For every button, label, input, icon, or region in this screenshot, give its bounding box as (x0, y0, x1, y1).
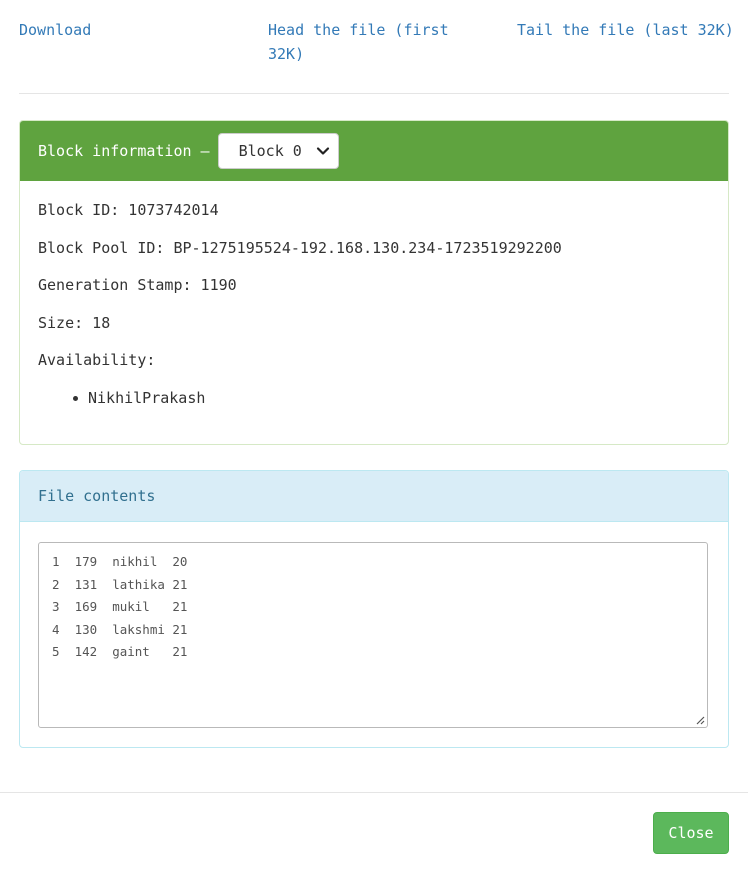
availability-host: NikhilPrakash (73, 387, 710, 409)
header-divider (19, 93, 729, 94)
tail-file-link[interactable]: Tail the file (last 32K) (517, 18, 734, 42)
availability-list: NikhilPrakash (38, 387, 710, 409)
file-contents-textarea[interactable]: 1 179 nikhil 20 2 131 lathika 21 3 169 muk… (38, 542, 708, 728)
availability-label: Availability: (38, 351, 156, 369)
block-select-value: Block 0 (238, 142, 302, 160)
download-link[interactable]: Download (19, 18, 219, 42)
file-line: 1 179 nikhil 20 (52, 554, 188, 569)
block-information-body: Block ID: 1073742014 Block Pool ID: BP-1… (20, 181, 728, 427)
file-line: 3 169 mukil 21 (52, 599, 188, 615)
close-button[interactable]: Close (653, 812, 729, 854)
block-information-heading: Block information — Block 0 (20, 121, 728, 181)
block-id: Block ID: 1073742014 (38, 201, 219, 219)
file-contents-panel: File contents 1 179 nikhil 20 2 131 lathi… (19, 470, 729, 748)
generation-stamp: Generation Stamp: 1190 (38, 276, 237, 294)
block-information-title: Block information — (38, 142, 210, 160)
file-line: 5 142 gaint 21 (52, 644, 188, 660)
chevron-down-icon (316, 147, 329, 155)
file-line: 4 130 lakshmi 21 (52, 621, 188, 637)
block-pool-id: Block Pool ID: BP-1275195524-192.168.130… (38, 238, 562, 257)
block-size: Size: 18 (38, 313, 111, 332)
block-information-panel: Block information — Block 0 Block ID: 10… (19, 120, 729, 445)
block-select[interactable]: Block 0 (217, 133, 339, 169)
file-actions: Download Head the file (first 32K) Tail … (19, 18, 734, 74)
footer-divider (0, 792, 748, 793)
file-line: 2 131 lathika 21 (52, 576, 188, 592)
resize-grip-icon[interactable] (695, 715, 705, 725)
file-contents-heading: File contents (20, 471, 728, 522)
head-file-link[interactable]: Head the file (first 32K) (268, 18, 468, 66)
